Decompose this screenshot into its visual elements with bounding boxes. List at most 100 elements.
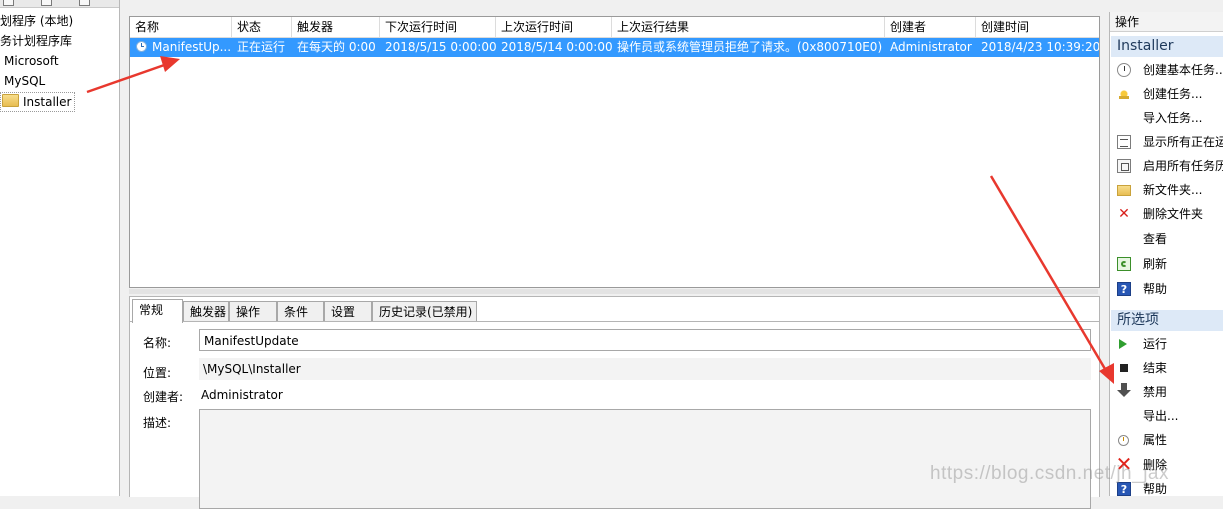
author-label: 创建者:: [143, 390, 184, 404]
name-field[interactable]: ManifestUpdate: [199, 329, 1091, 351]
task-list[interactable]: 名称 状态 触发器 下次运行时间 上次运行时间 上次运行结果 创建者 创建时间 …: [129, 16, 1100, 288]
column-header-author[interactable]: 创建者: [885, 17, 976, 37]
tree-item-installer[interactable]: Installer: [0, 92, 76, 112]
actions-pane: 操作 Installer 创建基本任务... 创建任务... 导入任务... 显…: [1109, 12, 1223, 496]
action-enable-task-history[interactable]: 启用所有任务历: [1110, 155, 1223, 177]
action-label: 刷新: [1143, 257, 1168, 271]
tree-item-mysql[interactable]: MySQL: [4, 72, 45, 90]
action-help[interactable]: ? 帮助: [1110, 278, 1223, 300]
action-label: 显示所有正在运: [1143, 135, 1223, 149]
action-show-running-tasks[interactable]: 显示所有正在运: [1110, 131, 1223, 153]
table-row[interactable]: ManifestUp... 正在运行 在每天的 0:00 2018/5/15 0…: [130, 38, 1099, 57]
tab-actions[interactable]: 操作: [229, 301, 277, 321]
cell-last-run: 2018/5/14 0:00:00: [501, 40, 612, 54]
watermark: https://blog.csdn.net/jh_jax: [930, 463, 1169, 484]
action-label: 导入任务...: [1143, 111, 1203, 125]
delete-folder-icon: ✕: [1118, 206, 1130, 222]
actions-pane-title: 操作: [1110, 12, 1223, 32]
action-create-basic-task[interactable]: 创建基本任务...: [1110, 59, 1223, 81]
cell-last-result: 操作员或系统管理员拒绝了请求。(0x800710E0): [617, 40, 883, 54]
task-history-icon: [1117, 159, 1131, 173]
action-label: 新文件夹...: [1143, 183, 1203, 197]
properties-icon: [1118, 435, 1129, 446]
column-header-trigger[interactable]: 触发器: [292, 17, 380, 37]
task-list-header: 名称 状态 触发器 下次运行时间 上次运行时间 上次运行结果 创建者 创建时间: [130, 17, 1099, 38]
tree-item-label: Microsoft: [4, 54, 59, 68]
tree-item-label: MySQL: [4, 74, 46, 88]
action-end[interactable]: 结束: [1110, 357, 1223, 379]
column-header-name[interactable]: 名称: [130, 17, 232, 37]
tree-item-label: Installer: [23, 95, 72, 109]
tab-triggers[interactable]: 触发器: [183, 301, 229, 321]
action-create-task[interactable]: 创建任务...: [1110, 83, 1223, 105]
tab-history[interactable]: 历史记录(已禁用): [372, 301, 477, 321]
action-disable[interactable]: 禁用: [1110, 381, 1223, 403]
toolbar-button-1[interactable]: [3, 0, 14, 6]
action-label: 删除文件夹: [1143, 207, 1204, 221]
running-tasks-icon: [1117, 135, 1131, 149]
column-header-last-run[interactable]: 上次运行时间: [496, 17, 612, 37]
tab-general[interactable]: 常规: [132, 299, 183, 323]
action-view[interactable]: 查看: [1110, 228, 1223, 250]
folder-section-title[interactable]: Installer: [1111, 36, 1223, 57]
help-icon: ?: [1117, 282, 1131, 296]
cell-author: Administrator: [890, 40, 972, 54]
description-label: 描述:: [143, 416, 172, 430]
action-label: 创建基本任务...: [1143, 63, 1223, 77]
action-label: 导出...: [1143, 409, 1179, 423]
selection-section-title[interactable]: 所选项: [1111, 310, 1223, 331]
folder-icon: [2, 94, 19, 107]
action-label: 创建任务...: [1143, 87, 1203, 101]
task-clock-icon: [136, 41, 147, 52]
action-label: 查看: [1143, 232, 1168, 246]
action-label: 属性: [1143, 433, 1168, 447]
action-run[interactable]: 运行: [1110, 333, 1223, 355]
tree-item-label: 划程序 (本地): [0, 14, 74, 28]
column-header-last-result[interactable]: 上次运行结果: [612, 17, 885, 37]
cell-trigger: 在每天的 0:00: [297, 40, 376, 54]
action-label: 启用所有任务历: [1143, 159, 1223, 173]
action-delete-folder[interactable]: ✕ 删除文件夹: [1110, 203, 1223, 225]
tab-settings[interactable]: 设置: [324, 301, 372, 321]
create-task-icon: [1117, 87, 1131, 101]
cell-next-run: 2018/5/15 0:00:00: [385, 40, 496, 54]
new-folder-icon: [1117, 185, 1131, 196]
column-header-next-run[interactable]: 下次运行时间: [380, 17, 496, 37]
action-label: 帮助: [1143, 282, 1168, 296]
action-label: 运行: [1143, 337, 1168, 351]
stop-icon: [1120, 364, 1128, 372]
disable-icon: [1117, 383, 1131, 397]
create-basic-task-icon: [1117, 63, 1131, 77]
name-label: 名称:: [143, 336, 172, 350]
toolbar-button-3[interactable]: [79, 0, 90, 6]
tree-item-microsoft[interactable]: Microsoft: [4, 52, 59, 70]
run-icon: [1119, 339, 1127, 349]
action-label: 禁用: [1143, 385, 1168, 399]
column-header-created[interactable]: 创建时间: [976, 17, 1099, 37]
location-field: \MySQL\Installer: [199, 358, 1091, 380]
tab-conditions[interactable]: 条件: [277, 301, 324, 321]
action-refresh[interactable]: 刷新: [1110, 253, 1223, 275]
cell-created: 2018/4/23 10:39:20: [981, 40, 1099, 54]
pane-splitter[interactable]: [129, 289, 1098, 294]
tree-item-label: 务计划程序库: [0, 34, 73, 48]
action-import-task[interactable]: 导入任务...: [1110, 107, 1223, 129]
cell-name: ManifestUp...: [152, 40, 232, 54]
cell-status: 正在运行: [237, 40, 286, 54]
action-export[interactable]: 导出...: [1110, 405, 1223, 427]
toolbar-button-2[interactable]: [41, 0, 52, 6]
action-new-folder[interactable]: 新文件夹...: [1110, 179, 1223, 201]
tree-item-library[interactable]: 务计划程序库: [0, 32, 72, 50]
column-header-status[interactable]: 状态: [232, 17, 292, 37]
action-label: 结束: [1143, 361, 1168, 375]
author-field: Administrator: [199, 384, 1091, 406]
center-panel: 名称 状态 触发器 下次运行时间 上次运行时间 上次运行结果 创建者 创建时间 …: [120, 0, 1107, 509]
navigation-tree: 划程序 (本地) 务计划程序库 Microsoft MySQL Installe…: [0, 0, 120, 496]
refresh-icon: [1117, 257, 1131, 271]
action-properties[interactable]: 属性: [1110, 429, 1223, 451]
description-field[interactable]: [199, 409, 1091, 509]
location-label: 位置:: [143, 366, 172, 380]
tree-toolbar: [0, 0, 119, 8]
tree-item-scheduler-local[interactable]: 划程序 (本地): [0, 12, 73, 30]
detail-tabs: 常规 触发器 操作 条件 设置 历史记录(已禁用): [130, 299, 1099, 323]
